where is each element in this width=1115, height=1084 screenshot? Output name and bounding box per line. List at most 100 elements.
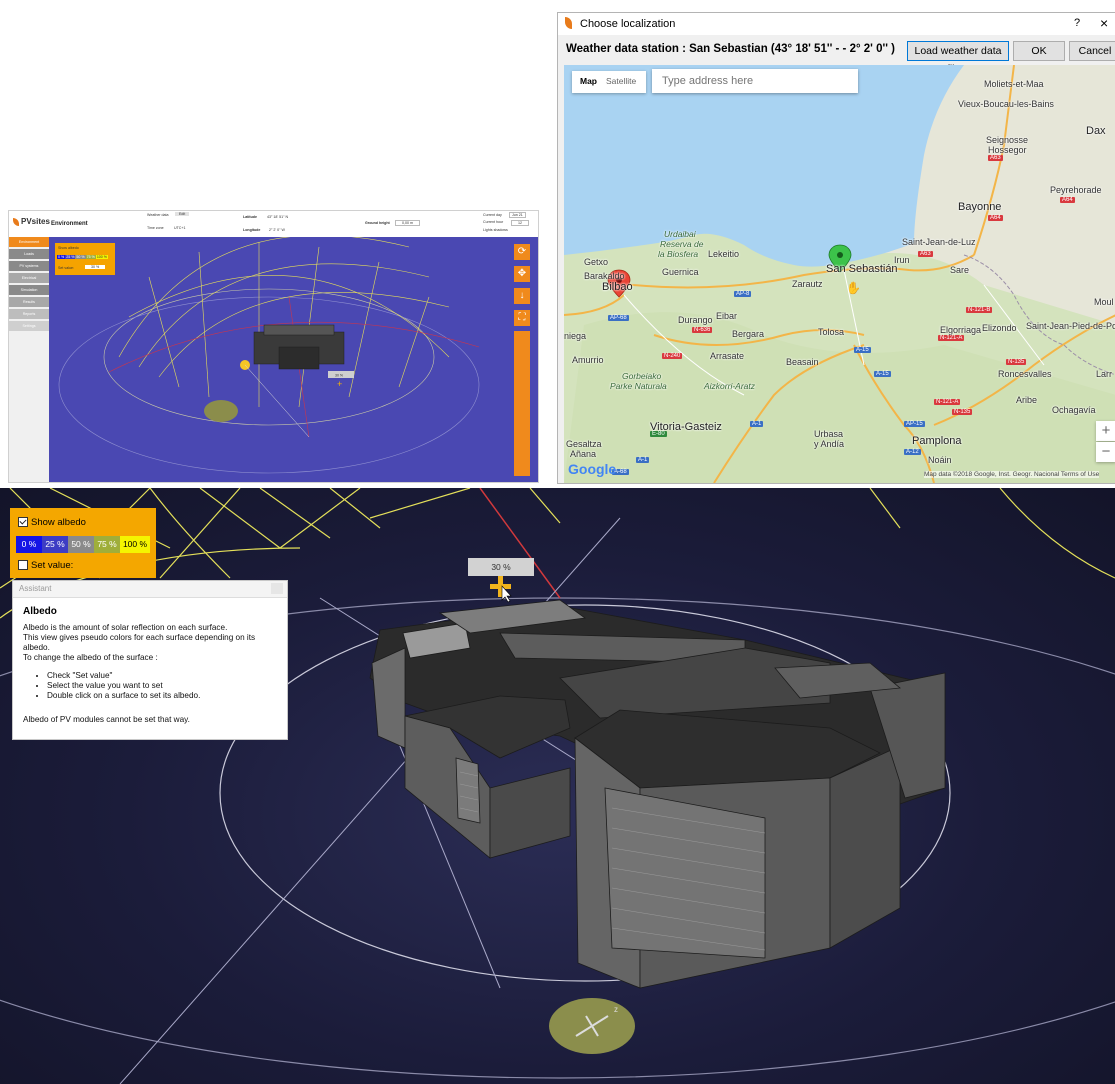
city-label: Arrasate (710, 351, 745, 361)
albedo-scale-0[interactable]: 0 % (16, 536, 42, 553)
city-label: Pamplona (912, 435, 962, 447)
zoom-in-button[interactable]: + (1096, 421, 1115, 441)
cancel-button[interactable]: Cancel (1069, 41, 1115, 61)
assistant-header-title: Assistant (19, 584, 52, 593)
lights-checkbox[interactable]: Lights shadows (483, 228, 508, 232)
show-albedo-checkbox[interactable]: Show albedo (18, 517, 86, 528)
albedo-scale-75[interactable]: 75 % (94, 536, 120, 553)
longitude-label: Longitude (243, 228, 261, 232)
sidebar-item-pv-systems[interactable]: PV systems (9, 261, 49, 271)
latitude-label: Latitude (243, 215, 257, 219)
road-shield: A63 (918, 251, 933, 257)
road-shield: A-1 (636, 457, 650, 463)
ok-button[interactable]: OK (1013, 41, 1065, 61)
city-label: Moliets-et-Maa (984, 79, 1044, 89)
road-shield: A64 (1060, 197, 1075, 203)
map-type-control: Map Satellite (572, 71, 646, 93)
albedo-scale-100[interactable]: 100 % (120, 536, 150, 553)
assistant-text: This view gives pseudo colors for each s… (23, 633, 256, 642)
latitude-value: 43° 18' 51'' N (267, 215, 289, 219)
longitude-value: 2° 2' 0'' W (269, 228, 285, 232)
road-shield: A63 (988, 155, 1003, 161)
time-zone-label: Time zone (147, 226, 164, 230)
fit-view-icon[interactable]: ⛶ (514, 310, 530, 326)
city-label: Amurrio (572, 355, 604, 365)
sidebar-item-results[interactable]: Results (9, 297, 49, 307)
mini-value-select[interactable]: 30 % (85, 265, 106, 269)
mini-scale-0[interactable]: 0 % (57, 255, 66, 259)
city-label: y Andía (814, 439, 845, 449)
assistant-title: Albedo (23, 606, 57, 617)
weather-data-button[interactable]: Edit (175, 212, 190, 216)
address-search-input[interactable] (660, 69, 854, 93)
road-shield: AP-68 (608, 315, 629, 321)
road-shield: N-240 (662, 353, 683, 359)
map-type-satellite[interactable]: Satellite (606, 76, 636, 86)
sidebar-item-loads[interactable]: Loads (9, 249, 49, 259)
down-arrow-icon[interactable]: ↓ (514, 288, 530, 304)
albedo-panel: Show albedo 0 % 25 % 50 % 75 % 100 % Set… (10, 508, 156, 578)
mini-scale-75[interactable]: 75 % (85, 255, 96, 259)
app-thumbnail: PVsites Environment Weather data Edit Ti… (8, 210, 539, 483)
refresh-icon[interactable]: ⟳ (514, 244, 530, 260)
hand-cursor-icon: ✋ (846, 281, 861, 295)
road-shield: N-636 (692, 327, 713, 333)
zoom-out-button[interactable]: − (1096, 442, 1115, 462)
mini-scale-25[interactable]: 25 % (65, 255, 76, 259)
scene-graphics: z (0, 488, 1115, 1084)
mini-show-albedo[interactable]: Show albedo (58, 246, 79, 250)
checkbox-unchecked-icon[interactable] (18, 560, 28, 571)
city-label: Bilbao (602, 281, 633, 293)
city-label: Aribe (1016, 395, 1038, 405)
road-shield: A-1 (750, 421, 764, 427)
road-shield: N-135 (1006, 359, 1027, 365)
mini-pct-tooltip: 30 % (335, 374, 343, 378)
current-hour-label: Current hour (483, 220, 504, 224)
svg-text:+: + (337, 379, 342, 389)
close-button[interactable]: × (1100, 15, 1108, 31)
assistant-close-button[interactable] (271, 583, 283, 594)
mini-scale-100[interactable]: 100 % (95, 255, 109, 259)
mini-set-value[interactable]: Set value: (58, 266, 74, 270)
mini-3d-viewport[interactable]: 30 % + (49, 237, 538, 482)
move-icon[interactable]: ✥ (514, 266, 530, 282)
help-button[interactable]: ? (1074, 17, 1080, 29)
google-map[interactable]: ✋ Map Satellite Moliets-et-Maa Vieux-Bou… (564, 65, 1115, 483)
mini-scale-50[interactable]: 50 % (75, 255, 86, 259)
albedo-scale-25[interactable]: 25 % (42, 536, 68, 553)
city-label: Noáin (928, 455, 952, 465)
city-label: Zarautz (792, 279, 823, 289)
load-weather-file-button[interactable]: Load weather data file... (907, 41, 1009, 75)
weather-station-label: Weather data station : San Sebastian (43… (566, 43, 895, 55)
map-attribution[interactable]: Map data ©2018 Google, Inst. Geogr. Naci… (924, 471, 1100, 478)
assistant-note: Albedo of PV modules cannot be set that … (23, 715, 190, 724)
sidebar-item-environment[interactable]: Environment (9, 237, 49, 247)
set-value-checkbox[interactable]: Set value: (18, 560, 73, 571)
sidebar-item-electrical[interactable]: Electrical (9, 273, 49, 283)
checkbox-checked-icon[interactable] (18, 517, 28, 528)
road-shield: N-135 (952, 409, 973, 415)
section-title: Environment (51, 221, 88, 227)
city-label: Bergara (732, 329, 765, 339)
albedo-3d-viewport[interactable]: z Show albedo 0 % 25 % 50 % 75 % 100 % S… (0, 488, 1115, 1084)
current-day-input[interactable]: Jun 21 (509, 212, 526, 218)
time-zone-value: UTC+1 (174, 226, 186, 230)
city-label: Añana (570, 449, 597, 459)
road-shield: A-15 (854, 347, 871, 353)
road-shield: N-121-B (966, 307, 993, 313)
ground-height-input[interactable]: 0,00 m (395, 220, 420, 226)
address-search-box (652, 69, 858, 93)
current-day-label: Current day (483, 213, 502, 217)
albedo-scale-50[interactable]: 50 % (68, 536, 94, 553)
city-label: Vieux-Boucau-les-Bains (958, 99, 1054, 109)
sidebar-item-reports[interactable]: Reports (9, 309, 49, 319)
city-label: niega (564, 331, 587, 341)
ground-height-label: Ground height (365, 221, 390, 225)
sidebar-item-settings[interactable]: Settings (9, 321, 49, 331)
current-hour-input[interactable]: 12 (511, 220, 529, 226)
albedo-value-tooltip: 30 % (468, 558, 534, 576)
sidebar-item-simulation[interactable]: Simulation (9, 285, 49, 295)
pvsites-logo: PVsites (13, 217, 50, 226)
map-type-map[interactable]: Map (580, 76, 597, 86)
city-label: Ochagavía (1052, 405, 1096, 415)
